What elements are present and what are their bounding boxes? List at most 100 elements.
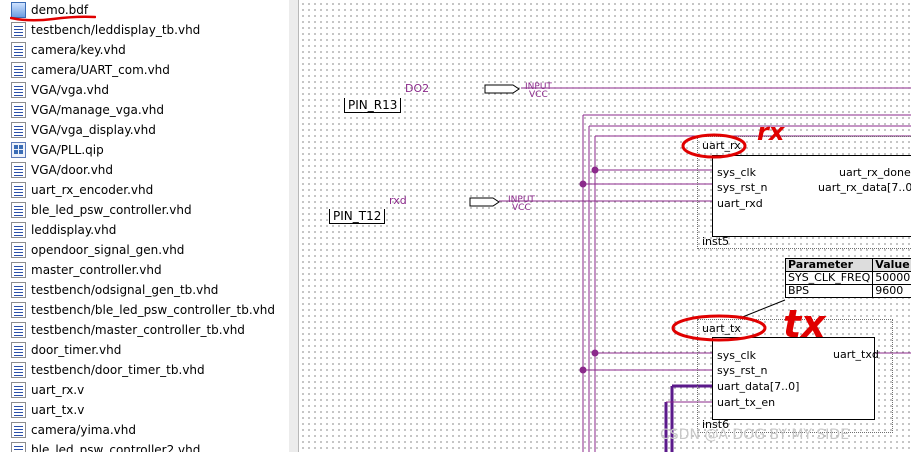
file-list-item[interactable]: VGA/door.vhd (0, 160, 289, 180)
uart-tx-input-uart-tx-en: uart_tx_en (717, 396, 776, 409)
file-name: VGA/PLL.qip (31, 143, 104, 157)
uart-rx-input-sys-rst-n: sys_rst_n (717, 181, 768, 194)
file-name: testbench/ble_led_psw_controller_tb.vhd (31, 303, 275, 317)
vhd-file-icon (11, 182, 26, 198)
vhd-file-icon (11, 342, 26, 358)
file-name: camera/UART_com.vhd (31, 63, 170, 77)
vhd-file-icon (11, 102, 26, 118)
vhd-file-icon (11, 362, 26, 378)
file-name: door_timer.vhd (31, 343, 122, 357)
file-list-item[interactable]: opendoor_signal_gen.vhd (0, 240, 289, 260)
file-name: VGA/vga.vhd (31, 83, 109, 97)
uart-tx-input-sys-rst-n: sys_rst_n (717, 364, 768, 377)
file-name: opendoor_signal_gen.vhd (31, 243, 185, 257)
vhd-file-icon (11, 82, 26, 98)
vhd-file-icon (11, 22, 26, 38)
param-header-value: Value (872, 258, 911, 272)
param-value-cell: 50000000 (872, 271, 911, 285)
file-list-item[interactable]: testbench/odsignal_gen_tb.vhd (0, 280, 289, 300)
file-list-item[interactable]: uart_tx.v (0, 400, 289, 420)
file-list-item[interactable]: testbench/leddisplay_tb.vhd (0, 20, 289, 40)
file-list-item[interactable]: VGA/vga.vhd (0, 80, 289, 100)
pin-t12-default: VCC (512, 203, 531, 213)
file-name: VGA/door.vhd (31, 163, 114, 177)
pin-t12-label[interactable]: PIN_T12 (329, 209, 386, 224)
vhd-file-icon (11, 242, 26, 258)
file-name: VGA/manage_vga.vhd (31, 103, 164, 117)
file-name: ble_led_psw_controller.vhd (31, 203, 192, 217)
file-list-item[interactable]: VGA/PLL.qip (0, 140, 289, 160)
table-row: SYS_CLK_FREQ 50000000 (784, 271, 911, 285)
file-list-item[interactable]: testbench/master_controller_tb.vhd (0, 320, 289, 340)
pin-r13-label[interactable]: PIN_R13 (344, 98, 402, 113)
file-name: testbench/leddisplay_tb.vhd (31, 23, 201, 37)
vhd-file-icon (11, 262, 26, 278)
file-name: camera/key.vhd (31, 43, 126, 57)
red-circle-annotation-tx (671, 314, 767, 342)
vhd-file-icon (11, 422, 26, 438)
file-name: master_controller.vhd (31, 263, 162, 277)
file-name: uart_tx.v (31, 403, 85, 417)
file-name: ble_led_psw_controller2.vhd (31, 443, 201, 452)
vhd-file-icon (11, 42, 26, 58)
param-value-cell: 9600 (872, 284, 911, 298)
uart-rx-input-uart-rxd: uart_rxd (717, 197, 763, 210)
file-list-item[interactable]: uart_rx_encoder.vhd (0, 180, 289, 200)
file-list-item[interactable]: master_controller.vhd (0, 260, 289, 280)
file-list-item[interactable]: camera/UART_com.vhd (0, 60, 289, 80)
file-list-item[interactable]: testbench/door_timer_tb.vhd (0, 360, 289, 380)
file-name: leddisplay.vhd (31, 223, 117, 237)
file-name: testbench/door_timer_tb.vhd (31, 363, 205, 377)
vhd-file-icon (11, 162, 26, 178)
table-row: BPS 9600 (784, 284, 911, 298)
file-list-item[interactable]: uart_rx.v (0, 380, 289, 400)
file-name: uart_rx_encoder.vhd (31, 183, 154, 197)
vhd-file-icon (11, 442, 26, 452)
file-list-item[interactable]: VGA/manage_vga.vhd (0, 100, 289, 120)
file-name: VGA/vga_display.vhd (31, 123, 156, 137)
pin-t12-signal[interactable]: rxd (389, 195, 407, 207)
rx-handwritten-annotation: rx (757, 118, 785, 146)
file-list-item[interactable]: door_timer.vhd (0, 340, 289, 360)
project-files-panel: demo.bdf testbench/leddisplay_tb.vhd camer… (0, 0, 290, 452)
param-header-parameter: Parameter (784, 258, 874, 272)
file-list-item[interactable]: leddisplay.vhd (0, 220, 289, 240)
uart-rx-output-done: uart_rx_done (839, 166, 911, 179)
panel-splitter[interactable] (289, 0, 299, 452)
uart-rx-output-data: uart_rx_data[7..0] (818, 181, 911, 194)
tx-handwritten-annotation: tx (783, 302, 826, 346)
vhd-file-icon (11, 302, 26, 318)
file-name: uart_rx.v (31, 383, 85, 397)
uart-tx-input-sys-clk: sys_clk (717, 349, 756, 362)
uart-rx-parameter-table[interactable]: Parameter Value SYS_CLK_FREQ 50000000 BP… (784, 258, 911, 298)
vhd-file-icon (11, 222, 26, 238)
vhd-file-icon (11, 282, 26, 298)
vhd-file-icon (11, 382, 26, 398)
vhd-file-icon (11, 202, 26, 218)
watermark: CSDN @A DOG BY MY SIDE (660, 427, 850, 443)
file-name: camera/yima.vhd (31, 423, 136, 437)
param-name-cell: BPS (784, 284, 874, 298)
pin-r13-signal[interactable]: DO2 (405, 83, 429, 95)
vhd-file-icon (11, 402, 26, 418)
file-list-item[interactable]: testbench/ble_led_psw_controller_tb.vhd (0, 300, 289, 320)
uart-tx-output-txd: uart_txd (833, 348, 879, 361)
file-list-item[interactable]: camera/key.vhd (0, 40, 289, 60)
param-name-cell: SYS_CLK_FREQ (784, 271, 874, 285)
uart-tx-input-uart-data: uart_data[7..0] (717, 380, 800, 393)
file-list-item[interactable]: VGA/vga_display.vhd (0, 120, 289, 140)
file-list-item[interactable]: ble_led_psw_controller2.vhd (0, 440, 289, 452)
red-circle-annotation-rx (681, 133, 747, 159)
vhd-file-icon (11, 62, 26, 78)
schematic-canvas[interactable]: PIN_R13 DO2 INPUT VCC PIN_T12 rxd INPUT … (299, 0, 911, 452)
uart-rx-input-sys-clk: sys_clk (717, 166, 756, 179)
pin-r13-default: VCC (529, 90, 548, 100)
vhd-file-icon (11, 322, 26, 338)
file-list-item[interactable]: ble_led_psw_controller.vhd (0, 200, 289, 220)
file-name: testbench/master_controller_tb.vhd (31, 323, 245, 337)
red-underline-annotation (10, 15, 96, 22)
vhd-file-icon (11, 122, 26, 138)
uart-rx-instance-name: inst5 (702, 235, 730, 248)
file-list-item[interactable]: camera/yima.vhd (0, 420, 289, 440)
file-list: demo.bdf testbench/leddisplay_tb.vhd camer… (0, 0, 289, 452)
